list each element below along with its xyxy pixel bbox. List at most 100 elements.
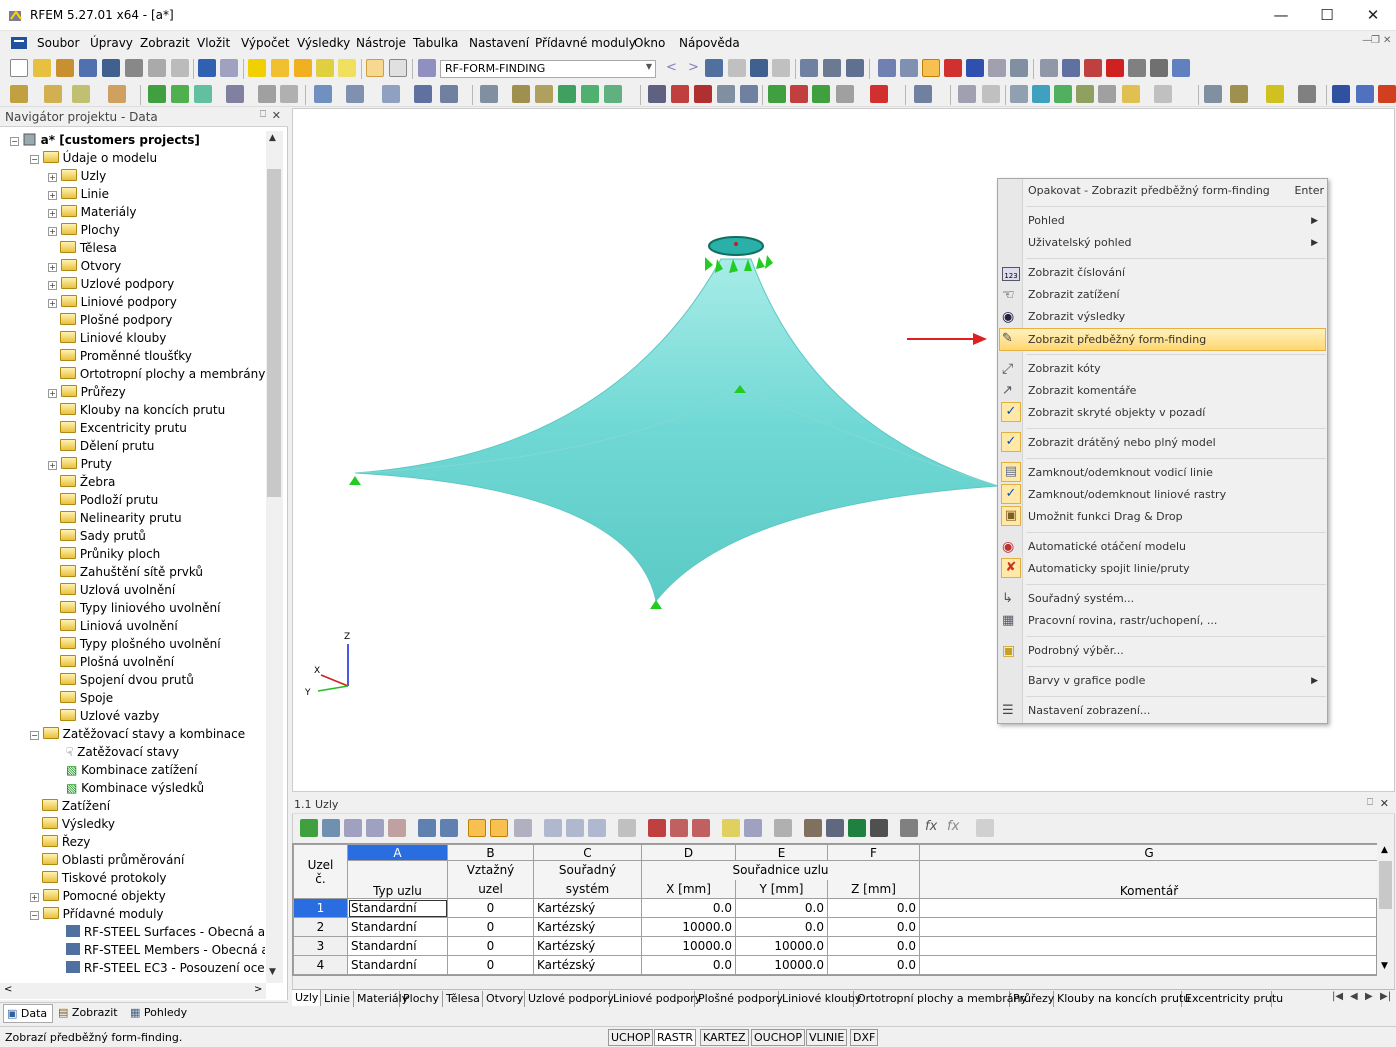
menu-item-detailed-select[interactable]: Podrobný výběr... [1028, 640, 1124, 662]
cell-x[interactable]: 10000.0 [641, 936, 736, 956]
cell-system[interactable]: Kartézský [533, 955, 642, 975]
menu-tabulka[interactable]: Tabulka [413, 36, 458, 50]
cell-z[interactable]: 0.0 [827, 936, 920, 956]
find-icon[interactable] [271, 59, 289, 77]
menu-upravy[interactable]: Úpravy [90, 36, 133, 50]
xxx-results-icon[interactable] [772, 59, 790, 77]
expand-icon[interactable]: + [48, 461, 57, 470]
tree-item[interactable]: Liniová uvolnění [48, 617, 178, 635]
table-tool-17[interactable] [692, 819, 710, 837]
cell-y[interactable]: 0.0 [735, 917, 828, 937]
cell-ref-node[interactable]: 0 [447, 936, 534, 956]
menu-item-repeat[interactable]: Opakovat - Zobrazit předběžný form-findi… [1028, 180, 1324, 202]
maximize-button[interactable]: ☐ [1304, 0, 1350, 31]
tree-item[interactable]: Sady prutů [48, 527, 146, 545]
scroll-down-icon[interactable]: ▼ [1381, 961, 1388, 971]
table-tool-24[interactable] [870, 819, 888, 837]
navigator-scrollbar[interactable]: ▲ ▼ [266, 131, 283, 983]
sheet-tab[interactable]: Klouby na koncích prutu [1054, 991, 1190, 1007]
col-header-g[interactable]: G [919, 844, 1379, 861]
menu-vypocet[interactable]: Výpočet [241, 36, 290, 50]
coord-icon-4[interactable] [1076, 85, 1094, 103]
menu-item-lock-guidelines[interactable]: Zamknout/odemknout vodicí linie [1028, 462, 1213, 484]
tree-item[interactable]: Nelinearity prutu [48, 509, 182, 527]
table-tool-25[interactable] [900, 819, 918, 837]
select-icon-3[interactable] [382, 85, 400, 103]
scroll-thumb[interactable] [267, 169, 281, 497]
expand-icon[interactable]: + [48, 299, 57, 308]
tree-item[interactable]: Spojení dvou prutů [48, 671, 194, 689]
scroll-up-icon[interactable]: ▲ [269, 133, 276, 143]
table-tool-7[interactable] [440, 819, 458, 837]
cell-y[interactable]: 10000.0 [735, 955, 828, 975]
tree-item[interactable]: Proměnné tloušťky [48, 347, 192, 365]
tree-item[interactable]: Typy plošného uvolnění [48, 635, 221, 653]
status-rastr[interactable]: RASTR [654, 1029, 697, 1046]
membrane-surface[interactable] [354, 258, 999, 603]
line-icon[interactable] [44, 85, 62, 103]
tool-icon-1[interactable] [1040, 59, 1058, 77]
scroll-left-icon[interactable]: < [4, 984, 12, 995]
mesh-icon-5[interactable] [740, 85, 758, 103]
menu-soubor[interactable]: Soubor [37, 36, 79, 50]
close-button[interactable]: ✕ [1350, 0, 1396, 31]
view-icon-3[interactable] [922, 59, 940, 77]
sheet-tab[interactable]: Plochy [400, 991, 443, 1007]
tree-item[interactable]: Oblasti průměrování [30, 851, 184, 869]
mdi-close-icon[interactable]: ✕ [1383, 35, 1391, 46]
cell-x[interactable]: 0.0 [641, 955, 736, 975]
print-graphic-icon[interactable] [148, 59, 166, 77]
print-preview-icon[interactable] [171, 59, 189, 77]
misc-icon-3[interactable] [1266, 85, 1284, 103]
view-icon-4[interactable] [944, 59, 962, 77]
tree-root[interactable]: − a* [customers projects] [10, 131, 200, 149]
diagram-icon[interactable] [823, 59, 841, 77]
function-remove-icon[interactable]: fx [947, 819, 959, 834]
tree-item-rf-steel-ec3[interactable]: RF-STEEL EC3 - Posouzení ocelový [66, 959, 265, 977]
table-tool-14[interactable] [618, 819, 636, 837]
new-file-icon[interactable] [10, 59, 28, 77]
table-tool-9[interactable] [490, 819, 508, 837]
grid-icon-4[interactable] [558, 85, 576, 103]
select-icon-5[interactable] [440, 85, 458, 103]
prev-icon[interactable]: < [666, 60, 677, 75]
scroll-down-icon[interactable]: ▼ [269, 967, 276, 977]
tree-loads-group[interactable]: − Zatěžovací stavy a kombinace [30, 725, 245, 743]
target-icon[interactable] [294, 59, 312, 77]
tab-zobrazit[interactable]: ▤ Zobrazit [58, 1006, 118, 1019]
dim-icon-2[interactable] [982, 85, 1000, 103]
grid-icon-6[interactable] [604, 85, 622, 103]
coord-icon-5[interactable] [1098, 85, 1116, 103]
table-tool-13[interactable] [588, 819, 606, 837]
table-icon[interactable] [366, 59, 384, 77]
table-tool-19[interactable] [744, 819, 762, 837]
table-tool-12[interactable] [566, 819, 584, 837]
status-kartez[interactable]: KARTEZ [700, 1029, 749, 1046]
tree-item[interactable]: + Linie [48, 185, 109, 203]
tree-item[interactable]: Žebra [48, 473, 115, 491]
table-tool-1[interactable] [300, 819, 318, 837]
save-all-icon[interactable] [79, 59, 97, 77]
sheet-tab[interactable]: Excentricity prutu [1182, 991, 1283, 1007]
menu-nastaveni[interactable]: Nastavení [469, 36, 529, 50]
table-scrollbar[interactable]: ▲ ▼ [1377, 843, 1394, 976]
tab-nav-next-icon[interactable]: ▶ [1365, 991, 1373, 1002]
open-icon[interactable] [33, 59, 51, 77]
cell-type[interactable]: Standardní [347, 936, 448, 956]
expand-icon[interactable]: + [48, 281, 57, 290]
table-tool-16[interactable] [670, 819, 688, 837]
cell-comment[interactable] [919, 917, 1379, 937]
show-results-icon[interactable] [750, 59, 768, 77]
tree-item[interactable]: Uzlové vazby [48, 707, 159, 725]
table-tool-22[interactable] [826, 819, 844, 837]
tree-item-result-combos[interactable]: ▧ Kombinace výsledků [66, 779, 204, 797]
menu-vlozit[interactable]: Vložit [197, 36, 230, 50]
table-tool-3[interactable] [344, 819, 362, 837]
table-results-icon[interactable] [846, 59, 864, 77]
tree-item[interactable]: + Materiály [48, 203, 137, 221]
cell-y[interactable]: 10000.0 [735, 936, 828, 956]
lock-icon[interactable] [976, 819, 994, 837]
misc-icon-5[interactable] [1332, 85, 1350, 103]
tree-item[interactable]: Spoje [48, 689, 113, 707]
menu-item-wireframe[interactable]: Zobrazit drátěný nebo plný model [1028, 432, 1216, 454]
